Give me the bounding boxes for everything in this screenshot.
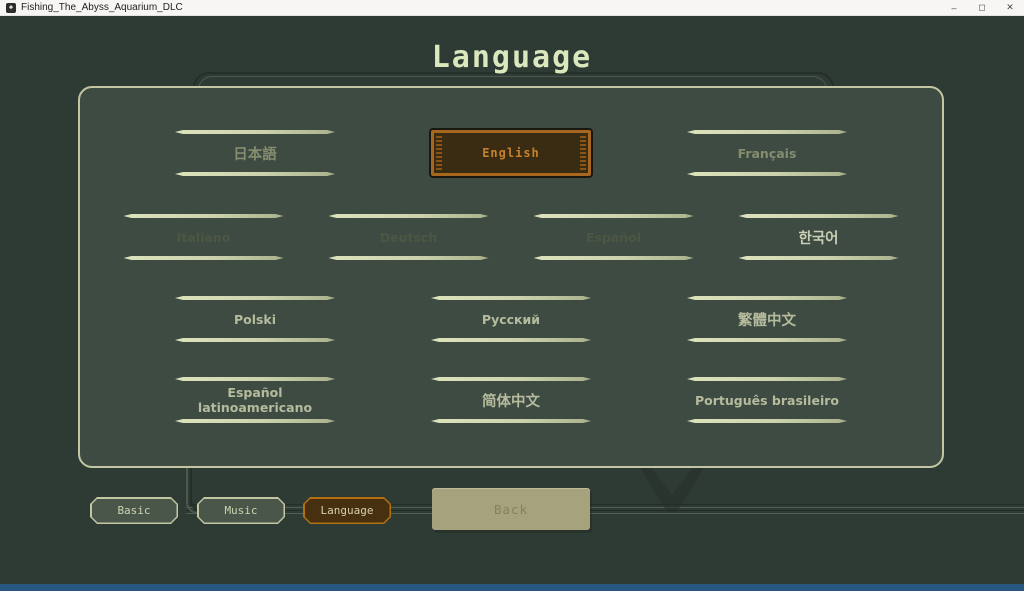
button-bottom-line [687,419,847,423]
tab-basic[interactable]: Basic [90,497,178,524]
button-bottom-line [124,256,284,260]
back-button[interactable]: Back [432,488,590,530]
language-option-german[interactable]: Deutsch [329,214,489,260]
language-option-spanish[interactable]: Español [534,214,694,260]
maximize-button[interactable]: ◻ [968,0,996,16]
button-bottom-line [534,256,694,260]
button-top-line [124,214,284,218]
button-bottom-line [329,256,489,260]
button-top-line [329,214,489,218]
app-icon: ◈ [6,3,16,13]
language-option-french[interactable]: Français [687,130,847,176]
language-option-korean[interactable]: 한국어 [739,214,899,260]
window-title: Fishing_The_Abyss_Aquarium_DLC [21,2,940,13]
button-bottom-line [175,338,335,342]
tab-language-selected[interactable]: Language [303,497,391,524]
background-fish-silhouette [640,468,704,512]
button-bottom-line [687,172,847,176]
button-bottom-line [175,419,335,423]
language-option-russian[interactable]: Русский [431,296,591,342]
language-option-english-selected[interactable]: English [431,130,591,176]
language-option-brazilian-portuguese[interactable]: Português brasileiro [687,377,847,423]
button-bottom-line [431,338,591,342]
button-top-line [431,377,591,381]
game-viewport: Language 日本語 English Français [0,16,1024,584]
close-button[interactable]: ✕ [996,0,1024,16]
language-option-latam-spanish[interactable]: Español latinoamericano [175,377,335,423]
language-option-italian[interactable]: Italiano [124,214,284,260]
tab-music[interactable]: Music [197,497,285,524]
minimize-button[interactable]: – [940,0,968,16]
language-option-traditional-chinese[interactable]: 繁體中文 [687,296,847,342]
language-panel: 日本語 English Français Italiano [78,86,944,468]
button-top-line [431,296,591,300]
button-top-line [687,377,847,381]
language-option-japanese[interactable]: 日本語 [175,130,335,176]
language-row-2: Italiano Deutsch Español 한국어 [80,214,942,260]
page-title: Language [0,40,1024,75]
button-top-line [175,130,335,134]
button-bottom-line [687,338,847,342]
app-window: ◈ Fishing_The_Abyss_Aquarium_DLC – ◻ ✕ L… [0,0,1024,591]
language-row-3: Polski Русский 繁體中文 [80,296,942,342]
window-titlebar: ◈ Fishing_The_Abyss_Aquarium_DLC – ◻ ✕ [0,0,1024,16]
button-top-line [175,377,335,381]
button-bottom-line [175,172,335,176]
button-top-line [687,130,847,134]
language-row-1: 日本語 English Français [80,130,942,176]
language-row-4: Español latinoamericano 简体中文 Português b… [80,377,942,423]
button-bottom-line [739,256,899,260]
button-top-line [687,296,847,300]
language-option-simplified-chinese[interactable]: 简体中文 [431,377,591,423]
button-top-line [739,214,899,218]
button-bottom-line [431,419,591,423]
language-option-polish[interactable]: Polski [175,296,335,342]
button-top-line [534,214,694,218]
button-top-line [175,296,335,300]
taskbar-strip [0,584,1024,591]
